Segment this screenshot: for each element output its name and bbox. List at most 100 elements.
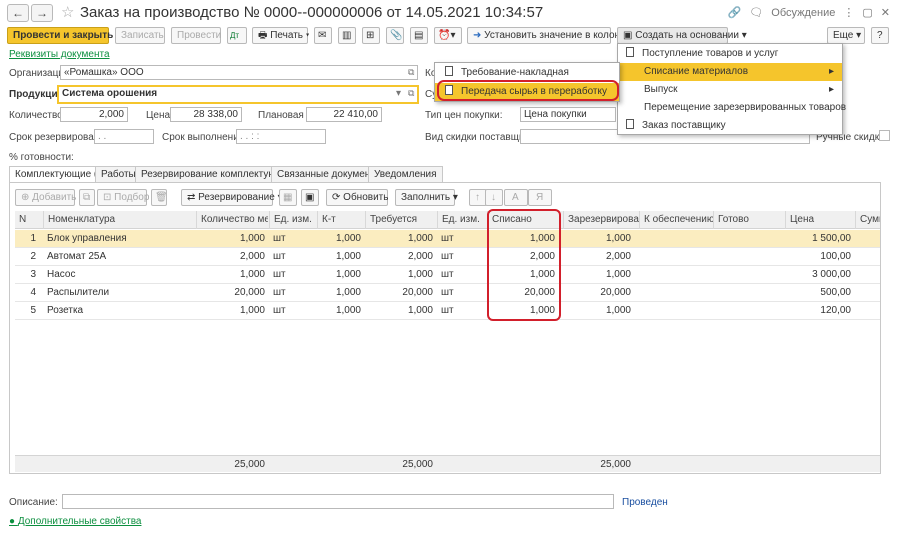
maximize-icon[interactable]: ▢ <box>862 6 872 19</box>
col-n[interactable]: N <box>15 211 35 229</box>
set-column-value-button[interactable]: ➜ Установить значение в колонке <box>467 27 630 44</box>
col-unit[interactable]: Ед. изм. <box>269 211 317 229</box>
manual-discount-checkbox[interactable] <box>879 130 890 141</box>
fill-button[interactable]: Заполнить ▾ <box>395 189 458 206</box>
open-icon[interactable]: ⧉ <box>408 67 414 78</box>
back-button[interactable]: ← <box>7 4 29 22</box>
help-button[interactable]: ? <box>871 27 889 44</box>
sort-asc-icon[interactable]: A <box>504 189 528 206</box>
save-button[interactable]: Записать <box>115 27 165 44</box>
menu-item-supplier-order[interactable]: Заказ поставщику <box>618 117 842 135</box>
row-n: 5 <box>30 305 36 316</box>
attachment-icon[interactable]: 📎 <box>386 27 404 44</box>
sort-desc-icon[interactable]: Я <box>528 189 552 206</box>
more-button[interactable]: Еще ▾ <box>827 27 865 44</box>
reminder-button[interactable]: ⏰▾ <box>434 27 462 44</box>
col-sum[interactable]: Сумм <box>855 211 880 229</box>
doc-requisites-link[interactable]: Реквизиты документа <box>9 49 110 60</box>
menu-item-output[interactable]: Выпуск ▸ <box>618 81 842 99</box>
link-icon[interactable]: 🔗 <box>728 6 742 19</box>
reservation-button[interactable]: ⇄ Резервирование ▾ <box>181 189 283 206</box>
refresh-button[interactable]: ⟳ Обновить <box>326 189 388 206</box>
price-field[interactable]: 28 338,00 <box>170 107 242 122</box>
move-down-icon[interactable]: ↓ <box>485 189 503 206</box>
table-row[interactable]: 1 Блок управления 1,000 шт 1,000 1,000 ш… <box>15 230 880 248</box>
table-row[interactable]: 4 Распылители 20,000 шт 1,000 20,000 шт … <box>15 284 880 302</box>
org-value: «Ромашка» ООО <box>64 67 144 78</box>
submenu-arrow-icon: ▸ <box>828 66 834 77</box>
post-and-close-button[interactable]: Провести и закрыть <box>7 27 113 44</box>
written-off-annotation <box>487 209 561 321</box>
col-need[interactable]: Требуется <box>365 211 437 229</box>
mail-icon[interactable]: ✉ <box>314 27 332 44</box>
menu-item-receipt[interactable]: Поступление товаров и услуг <box>618 45 842 63</box>
row-reserved: 2,000 <box>605 251 631 262</box>
post-button[interactable]: Провести <box>171 27 221 44</box>
printer-icon: 🖶 <box>258 30 271 41</box>
row-need: 1,000 <box>407 269 433 280</box>
document-icon <box>445 66 453 76</box>
copy-icon[interactable]: ⧉ <box>79 189 95 206</box>
qty-field[interactable]: 2,000 <box>60 107 128 122</box>
description-field[interactable] <box>62 494 614 509</box>
document-icon <box>626 47 634 57</box>
row-unit2: шт <box>441 305 454 316</box>
grid-icon[interactable]: ▦ <box>279 189 297 206</box>
details-icon[interactable]: ▣ <box>301 189 319 206</box>
row-unit: шт <box>273 251 286 262</box>
arrow-left-icon: ← <box>12 6 24 20</box>
col-price[interactable]: Цена <box>785 211 855 229</box>
plan-price-field[interactable]: 22 410,00 <box>306 107 382 122</box>
open-icon[interactable]: ⧉ <box>408 88 414 99</box>
add-row-button[interactable]: ⊕ Добавить <box>15 189 76 206</box>
close-icon[interactable]: ✕ <box>881 6 890 19</box>
barcode-icon[interactable]: ▥ <box>338 27 356 44</box>
forward-button[interactable]: → <box>31 4 53 22</box>
arrow-right-icon: → <box>36 6 48 20</box>
table-row[interactable]: 3 Насос 1,000 шт 1,000 1,000 шт 1,000 1,… <box>15 266 880 284</box>
refresh-icon: ⟳ <box>332 192 344 203</box>
exec-term-field[interactable]: . . : : <box>236 129 326 144</box>
delete-icon[interactable]: 🗑 <box>151 189 168 206</box>
window-title: Заказ на производство № 0000--000000006 … <box>80 4 544 21</box>
pick-button[interactable]: ⊡ Подбор <box>97 189 150 206</box>
col-unit2[interactable]: Ед. изм. <box>437 211 487 229</box>
discussion-icon[interactable]: 🗨 <box>749 6 763 19</box>
more-vert-icon[interactable]: ⋮ <box>843 6 854 19</box>
submenu-arrow-icon: ▸ <box>828 84 834 95</box>
row-name: Блок управления <box>47 233 127 244</box>
table-row[interactable]: 5 Розетка 1,000 шт 1,000 1,000 шт 1,000 … <box>15 302 880 320</box>
col-to-provide[interactable]: К обеспечению <box>639 211 713 229</box>
print-button[interactable]: 🖶 Печать ▾ <box>252 27 309 44</box>
reserve-term-field[interactable]: . . <box>94 129 154 144</box>
report-icon[interactable]: ▤ <box>410 27 428 44</box>
dropdown-icon[interactable]: ▾ <box>396 88 401 99</box>
structure-icon[interactable]: ⊞ <box>362 27 380 44</box>
extra-props-link[interactable]: ● Дополнительные свойства <box>9 516 141 527</box>
col-places[interactable]: Количество мест <box>196 211 268 229</box>
pick-label: Подбор <box>114 192 150 203</box>
price-type-label: Тип цен покупки: <box>425 110 503 121</box>
row-k: 1,000 <box>335 269 361 280</box>
col-nomenclature[interactable]: Номенклатура <box>43 211 203 229</box>
row-places: 1,000 <box>239 233 265 244</box>
table-row[interactable]: 2 Автомат 25А 2,000 шт 1,000 2,000 шт 2,… <box>15 248 880 266</box>
row-price: 120,00 <box>820 305 851 316</box>
total-need: 25,000 <box>402 459 433 470</box>
col-k[interactable]: К-т <box>317 211 365 229</box>
col-reserved[interactable]: Зарезервировано <box>563 211 639 229</box>
row-name: Розетка <box>47 305 84 316</box>
col-ready[interactable]: Готово <box>713 211 785 229</box>
menu-item-move-reserved[interactable]: Перемещение зарезервированных товаров <box>618 99 846 117</box>
create-based-on-button[interactable]: ▣ Создать на основании ▾ <box>617 27 747 44</box>
org-field[interactable]: «Ромашка» ООО <box>60 65 418 80</box>
price-type-field[interactable]: Цена покупки <box>520 107 616 122</box>
discussion-label[interactable]: Обсуждение <box>771 7 835 19</box>
row-name: Насос <box>47 269 76 280</box>
tab-notifications[interactable]: Уведомления <box>368 166 443 182</box>
menu-item-writeoff[interactable]: Списание материалов ▸ <box>618 63 842 81</box>
favorite-star-icon[interactable]: ☆ <box>61 3 74 21</box>
product-field[interactable]: Система орошения <box>58 86 418 103</box>
total-reserved: 25,000 <box>600 459 631 470</box>
dt-kt-icon[interactable]: Дт <box>227 27 247 44</box>
